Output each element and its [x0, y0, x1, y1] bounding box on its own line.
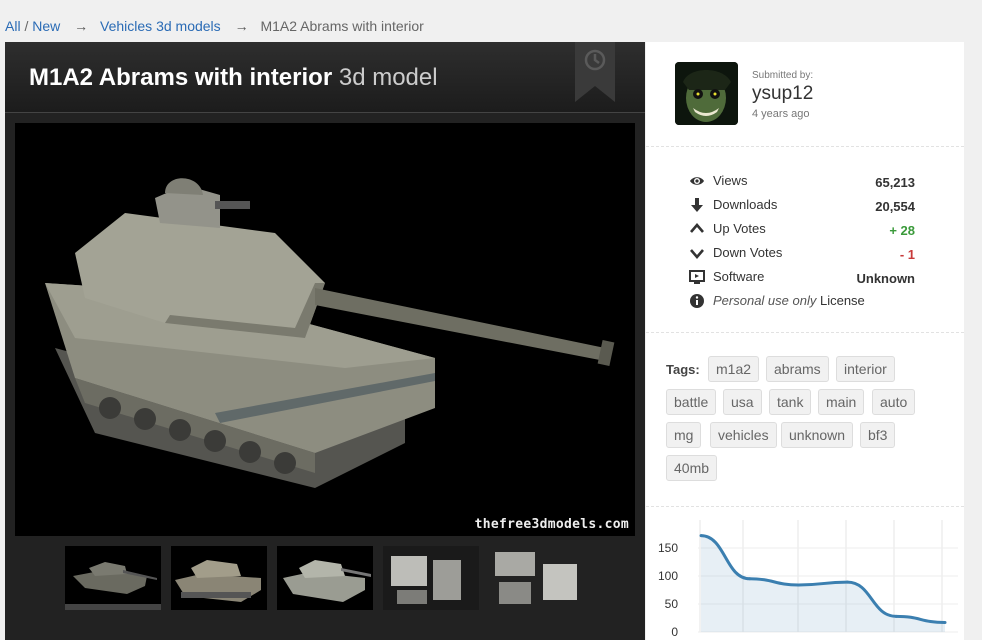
- thumbnail-2[interactable]: [171, 546, 267, 610]
- divider: [646, 146, 964, 147]
- tags-label: Tags:: [666, 362, 700, 377]
- breadcrumb-arrow-icon: →: [234, 18, 249, 34]
- views-label: Views: [713, 173, 748, 188]
- stat-views: Views 65,213: [689, 172, 915, 196]
- stat-downvotes: Down Votes - 1: [689, 244, 915, 268]
- tag-item[interactable]: auto: [872, 389, 916, 415]
- stat-downloads: Downloads 20,554: [689, 196, 915, 220]
- details-sidebar: Submitted by: ysup12 4 years ago Views 6…: [646, 42, 964, 640]
- tag-item[interactable]: usa: [723, 389, 762, 415]
- upvotes-value: + 28: [889, 223, 915, 238]
- eye-icon: [690, 177, 704, 185]
- info-icon: [690, 294, 704, 308]
- chevron-down-icon[interactable]: [689, 245, 705, 261]
- stat-license: Personal use only License: [689, 292, 915, 316]
- breadcrumb-separator: /: [24, 18, 29, 34]
- license-word: License: [819, 293, 865, 308]
- thumbnail-1[interactable]: [65, 546, 161, 610]
- tank-render: [45, 178, 615, 488]
- chart-point: [894, 614, 898, 618]
- username-link[interactable]: ysup12: [752, 83, 813, 105]
- monitor-icon: [689, 270, 705, 284]
- software-value: Unknown: [856, 271, 916, 286]
- tag-item[interactable]: interior: [836, 356, 895, 382]
- chart-point: [797, 583, 801, 587]
- license-text: Personal use only License: [713, 293, 865, 308]
- submitted-time: 4 years ago: [752, 108, 810, 120]
- chart-point: [845, 580, 849, 584]
- chevron-up-icon[interactable]: [689, 221, 705, 237]
- thumbnail-4[interactable]: [383, 546, 479, 610]
- tag-item[interactable]: vehicles: [710, 422, 777, 448]
- tag-item[interactable]: mg: [666, 422, 702, 448]
- downloads-label: Downloads: [713, 197, 778, 212]
- chart-y-tick-label: 0: [671, 625, 678, 639]
- stats-list: Views 65,213 Downloads 20,554 Up Votes +…: [689, 172, 915, 316]
- submitted-by-label: Submitted by:: [752, 70, 814, 81]
- stat-software: Software Unknown: [689, 268, 915, 292]
- downloads-chart: 150 100 50 0: [658, 520, 958, 639]
- upvotes-label: Up Votes: [713, 221, 766, 236]
- chart-y-tick-label: 150: [658, 541, 678, 555]
- breadcrumb-all-link[interactable]: All: [5, 18, 21, 34]
- thumbnail-5[interactable]: [489, 546, 585, 610]
- breadcrumb-current: M1A2 Abrams with interior: [260, 18, 424, 34]
- watermark: thefree3dmodels.com: [474, 517, 629, 532]
- downloads-value: 20,554: [875, 199, 915, 214]
- breadcrumb-category-link[interactable]: Vehicles 3d models: [100, 18, 221, 34]
- tag-item[interactable]: abrams: [766, 356, 829, 382]
- chart-point: [943, 620, 947, 624]
- downvotes-label: Down Votes: [713, 245, 783, 260]
- tag-item[interactable]: bf3: [860, 422, 896, 448]
- software-label: Software: [713, 269, 765, 284]
- chart-point: [748, 577, 752, 581]
- chart-point: [699, 534, 703, 538]
- license-type: Personal use only: [713, 293, 817, 308]
- arrow-down-icon: [691, 198, 703, 212]
- views-value: 65,213: [875, 175, 915, 190]
- clock-bookmark-icon[interactable]: [575, 42, 615, 102]
- page-title: M1A2 Abrams with interior 3d model: [29, 64, 438, 92]
- tag-item[interactable]: unknown: [781, 422, 854, 448]
- thumbnail-3[interactable]: [277, 546, 373, 610]
- breadcrumb-new-link[interactable]: New: [32, 18, 60, 34]
- divider: [646, 332, 964, 333]
- model-panel: M1A2 Abrams with interior 3d model thefr…: [5, 42, 645, 640]
- model-preview-image[interactable]: thefree3dmodels.com: [15, 123, 635, 536]
- tag-item[interactable]: m1a2: [708, 356, 760, 382]
- chart-y-tick-label: 50: [665, 597, 679, 611]
- stat-upvotes: Up Votes + 28: [689, 220, 915, 244]
- avatar[interactable]: [675, 62, 738, 125]
- title-bar: M1A2 Abrams with interior 3d model: [5, 42, 645, 113]
- divider: [646, 506, 964, 507]
- tag-item[interactable]: 40mb: [666, 455, 718, 481]
- tag-item[interactable]: main: [818, 389, 865, 415]
- tag-item[interactable]: tank: [769, 389, 812, 415]
- breadcrumb: All / New → Vehicles 3d models → M1A2 Ab…: [5, 18, 424, 34]
- model-title: M1A2 Abrams with interior: [29, 64, 333, 91]
- tag-item[interactable]: battle: [666, 389, 717, 415]
- breadcrumb-arrow-icon: →: [74, 18, 89, 34]
- chart-y-tick-label: 100: [658, 569, 678, 583]
- downvotes-value: - 1: [899, 247, 915, 262]
- model-title-suffix: 3d model: [338, 64, 438, 91]
